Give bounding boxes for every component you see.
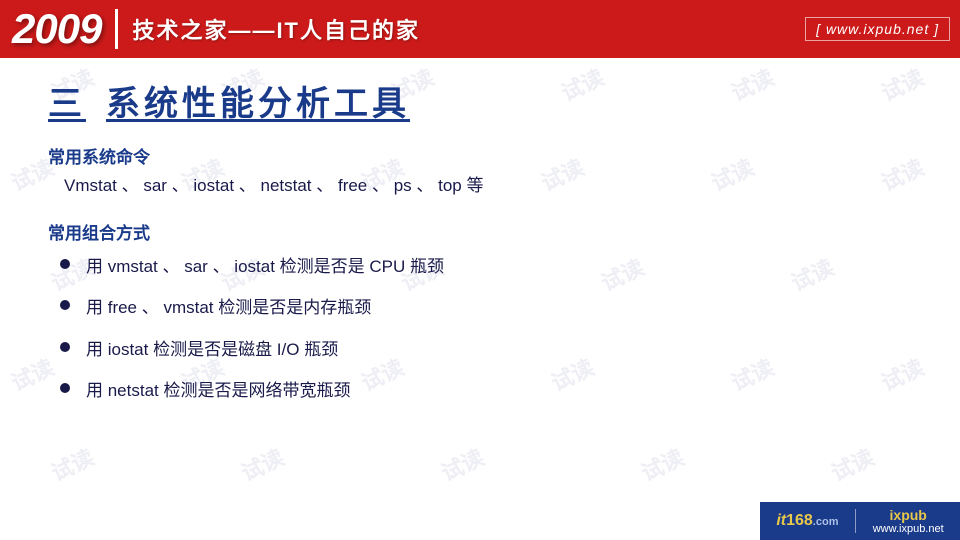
bullet-dot	[60, 259, 70, 269]
watermark-27: 试读	[825, 440, 878, 488]
main-content: 三 系统性能分析工具 常用系统命令 Vmstat 、 sar 、 iostat …	[0, 58, 960, 434]
bullet-item-2: 用 iostat 检测是否是磁盘 I/O 瓶颈	[60, 337, 912, 363]
bullet-text: 用 iostat 检测是否是磁盘 I/O 瓶颈	[86, 337, 338, 363]
bullet-list: 用 vmstat 、 sar 、 iostat 检测是否是 CPU 瓶颈用 fr…	[60, 254, 912, 404]
title-number: 三	[48, 76, 86, 125]
header-slogan: 技术之家——IT人自己的家	[132, 13, 805, 45]
section1-heading: 常用系统命令	[48, 143, 912, 168]
footer-logo1: it168.com	[776, 512, 838, 530]
header-year: 2009	[0, 8, 101, 50]
watermark-23: 试读	[45, 440, 98, 488]
bullet-item-1: 用 free 、 vmstat 检测是否是内存瓶颈	[60, 295, 912, 321]
watermark-26: 试读	[635, 440, 688, 488]
header-divider	[115, 9, 118, 49]
bullet-dot	[60, 342, 70, 352]
bullet-dot	[60, 383, 70, 393]
bullet-item-3: 用 netstat 检测是否是网络带宽瓶颈	[60, 378, 912, 404]
footer-logo2: ixpub www.ixpub.net	[873, 507, 944, 535]
page-title: 三 系统性能分析工具	[48, 76, 912, 125]
bullet-item-0: 用 vmstat 、 sar 、 iostat 检测是否是 CPU 瓶颈	[60, 254, 912, 280]
watermark-24: 试读	[235, 440, 288, 488]
bullet-text: 用 free 、 vmstat 检测是否是内存瓶颈	[86, 295, 371, 321]
watermark-25: 试读	[435, 440, 488, 488]
bullet-text: 用 vmstat 、 sar 、 iostat 检测是否是 CPU 瓶颈	[86, 254, 444, 280]
header-url: [ www.ixpub.net ]	[805, 17, 950, 41]
footer-divider	[855, 509, 856, 533]
section2-heading: 常用组合方式	[48, 219, 912, 244]
header-bar: 2009 技术之家——IT人自己的家 [ www.ixpub.net ]	[0, 0, 960, 58]
bullet-text: 用 netstat 检测是否是网络带宽瓶颈	[86, 378, 350, 404]
bullet-dot	[60, 300, 70, 310]
footer: it168.com ixpub www.ixpub.net	[760, 502, 960, 540]
commands-text: Vmstat 、 sar 、 iostat 、 netstat 、 free 、…	[64, 172, 912, 201]
title-text: 系统性能分析工具	[106, 76, 410, 125]
